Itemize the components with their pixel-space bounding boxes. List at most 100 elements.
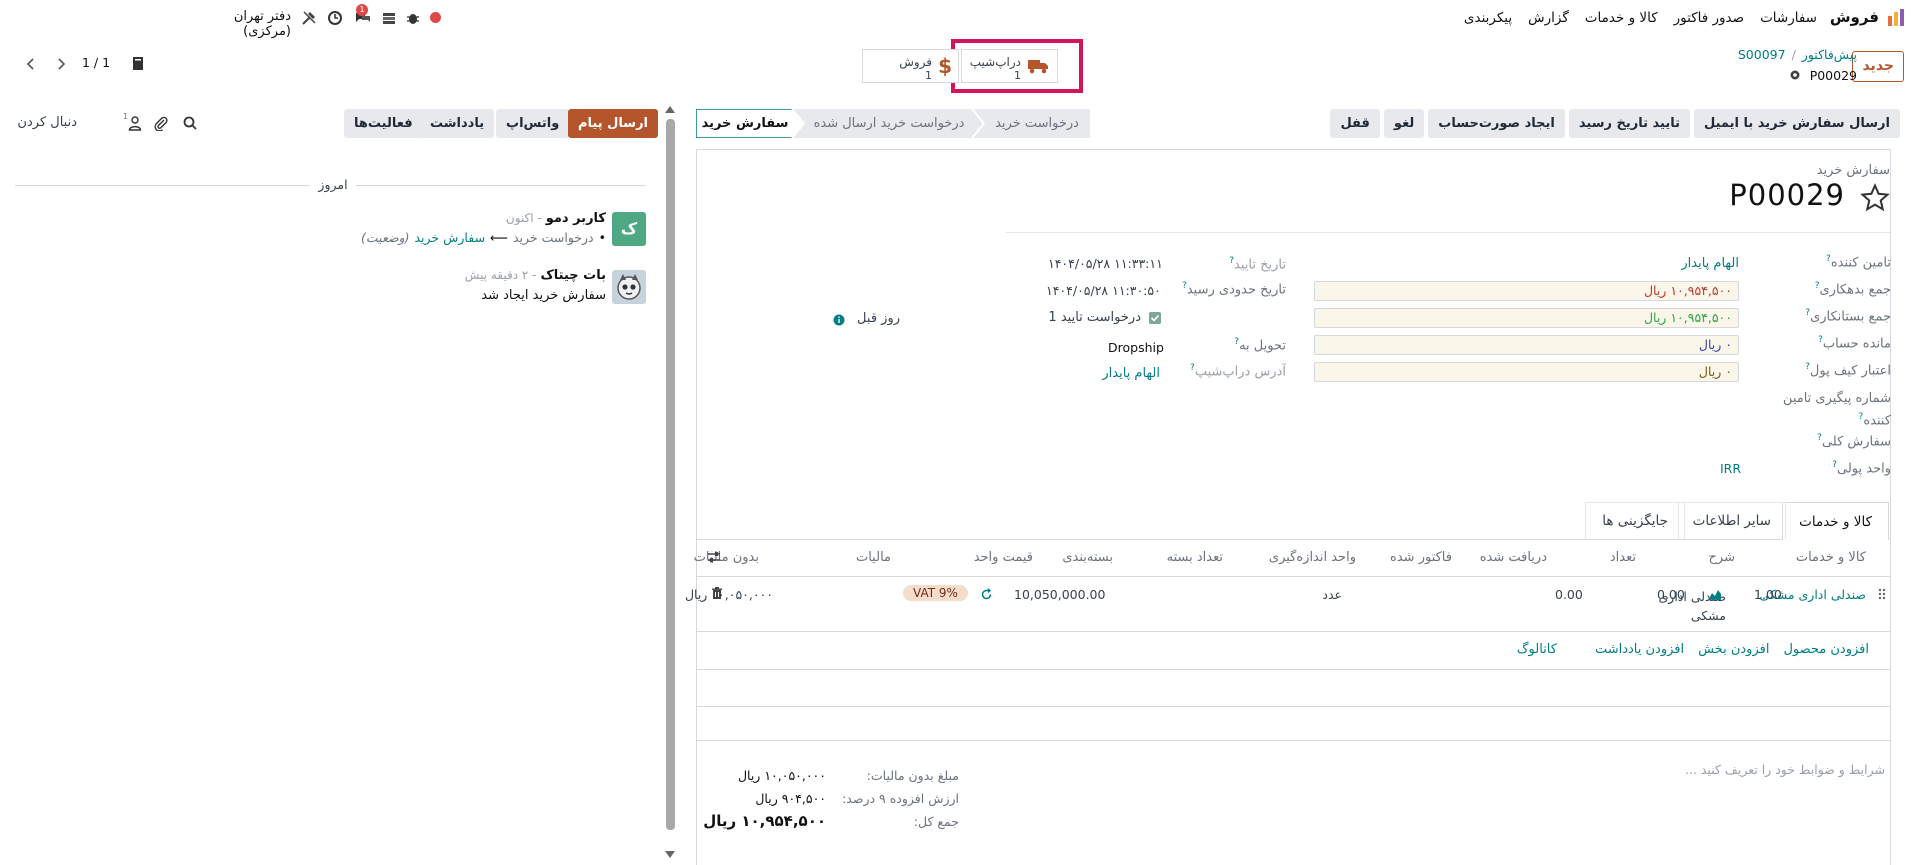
col-unit-price[interactable]: قیمت واحد [974,550,1033,565]
chatter-send-message-button[interactable]: ارسال پیام [568,109,659,138]
status-bar: درخواست خرید درخواست خرید ارسال شده سفار… [696,109,1090,138]
menu-configuration[interactable]: پیکربندی [1464,10,1512,26]
cancel-button[interactable]: لغو [1383,109,1425,138]
field-currency[interactable]: IRR [1720,461,1741,476]
tab-alternatives[interactable]: جایگزینی ها [1585,502,1685,539]
clock-icon[interactable] [327,10,343,26]
days-before-label: روز قبل [857,311,900,326]
menu-reporting[interactable]: گزارش [1528,10,1569,26]
create-bill-button[interactable]: ایجاد صورت‌حساب [1428,109,1565,138]
forecast-chart-icon[interactable] [1708,588,1722,600]
optional-columns-icon[interactable] [707,550,721,564]
line-unit-price[interactable]: 10,050,000.00 [1014,587,1105,602]
ask-confirm-days[interactable]: 1 [1048,310,1056,325]
message-time: - اکنون [505,211,542,225]
pager-prev-button[interactable] [18,52,44,76]
field-total-debit[interactable]: ۱۰,۹۵۴,۵۰۰ ریال [1314,281,1739,301]
follow-button[interactable]: دنبال کردن [15,115,77,130]
line-quantity[interactable]: 1.00 [1754,587,1782,602]
menu-invoicing[interactable]: صدور فاکتور [1674,10,1744,26]
table-row[interactable]: صندلی اداری مشکی صندلی اداری مشکی 1.00 0.… [685,578,1890,632]
info-icon[interactable] [833,314,845,326]
tools-icon[interactable] [301,10,317,26]
field-dropship-address[interactable]: الهام پایدار [1102,366,1160,381]
menu-products[interactable]: کالا و خدمات [1585,10,1658,26]
company-switcher[interactable]: دفتر تهران (مرکزی) [186,9,291,39]
chatter-search-icon[interactable] [183,116,197,130]
record-name: P00029 [1729,178,1845,212]
pager-value[interactable]: 1 / 1 [82,55,110,70]
record-type-label: سفارش خرید [1816,163,1890,178]
tab-products[interactable]: کالا و خدمات [1782,502,1889,540]
col-uom[interactable]: واحد اندازه‌گیری [1269,550,1356,565]
field-balance[interactable]: ۰ ریال [1314,335,1739,355]
field-expected-date[interactable]: ۱۴۰۴/۰۵/۲۸ ۱۱:۳۰:۵۰ [1046,283,1161,298]
app-logo-icon[interactable] [1886,8,1906,28]
activity-icon[interactable] [382,11,396,25]
gear-icon[interactable] [1789,69,1801,81]
stage-rfq[interactable]: درخواست خرید [990,116,1084,131]
chatter-paperclip-icon[interactable] [154,116,168,131]
row-divider [697,669,1890,670]
field-wallet-credit[interactable]: ۰ ریال [1314,362,1739,382]
field-vendor-ref[interactable] [1314,392,1739,412]
terms-input[interactable]: شرایط و ضوابط خود را تعریف کنید ... [1685,762,1885,777]
ask-confirm-checkbox[interactable] [1149,312,1161,324]
favorite-star-icon[interactable] [1860,183,1890,213]
message-author[interactable]: کاربر دمو [546,211,606,226]
lock-button[interactable]: قفل [1330,109,1380,138]
drag-handle-icon[interactable] [1878,588,1886,600]
chatter-note-button[interactable]: یادداشت [420,109,495,138]
col-quantity[interactable]: تعداد [1610,550,1636,565]
field-blanket-order[interactable] [1314,433,1739,453]
message-author[interactable]: بات چیتاک [540,268,606,283]
pager-next-button[interactable] [48,52,74,76]
field-deliver-to[interactable]: Dropship [1108,340,1164,355]
breadcrumb-sale-order[interactable]: S00097 [1738,47,1786,62]
bot-avatar[interactable] [612,270,646,304]
new-button[interactable]: جدید [1852,51,1904,82]
col-taxes[interactable]: مالیات [856,550,891,565]
chatter-activities-button[interactable]: فعالیت‌ها [344,109,423,138]
chatter-whatsapp-button[interactable]: واتس‌اپ [496,109,570,138]
title-divider [1006,232,1890,233]
catalog-link[interactable]: کاتالوگ [1517,642,1557,657]
tracking-field: (وضعیت) [361,230,410,245]
scrollbar[interactable] [664,104,676,830]
app-name[interactable]: فروش [1830,8,1879,26]
send-po-email-button[interactable]: ارسال سفارش خرید با ایمیل [1693,109,1900,138]
line-uom[interactable]: عدد [1322,587,1342,602]
avatar[interactable]: ک [612,212,646,246]
vat-value: ۹۰۴,۵۰۰ ریال [755,791,826,806]
tax-badge[interactable]: VAT 9% [903,585,968,601]
field-total-credit[interactable]: ۱۰,۹۵۴,۵۰۰ ریال [1314,308,1739,328]
scroll-thumb[interactable] [666,119,675,830]
col-invoiced[interactable]: فاکتور شده [1390,550,1452,565]
add-product-link[interactable]: افزودن محصول [1783,642,1869,657]
menu-orders[interactable]: سفارشات [1760,10,1817,26]
col-received[interactable]: دریافت شده [1480,550,1547,565]
smart-button-sale[interactable]: $ فروش 1 [862,49,959,83]
attachment-icon[interactable] [131,56,145,72]
col-product[interactable]: کالا و خدمات [1796,550,1866,565]
col-packaging-qty[interactable]: تعداد بسته [1167,550,1223,565]
stage-rfq-sent[interactable]: درخواست خرید ارسال شده [806,116,972,131]
confirm-receipt-date-button[interactable]: تایید تاریخ رسید [1568,109,1690,138]
stage-purchase-order[interactable]: سفارش خرید [700,116,790,131]
delete-line-icon[interactable] [711,587,723,600]
add-note-link[interactable]: افزودن یادداشت [1595,642,1684,657]
tab-other-info[interactable]: سایر اطلاعات [1677,502,1786,539]
tracking-old-value: درخواست خرید [512,230,594,245]
debug-icon[interactable] [406,11,420,25]
followers-icon[interactable] [128,116,142,131]
breadcrumb-parent[interactable]: پیش‌فاکتور [1802,47,1857,62]
scroll-down-arrow-icon[interactable] [664,850,676,860]
record-icon[interactable] [430,12,441,23]
add-section-link[interactable]: افزودن بخش [1698,642,1769,657]
scroll-up-arrow-icon[interactable] [664,104,676,114]
col-packaging[interactable]: بسته‌بندی [1062,550,1113,565]
reset-price-icon[interactable] [980,588,993,601]
col-description[interactable]: شرح [1709,550,1735,565]
field-vendor[interactable]: الهام پایدار [1681,256,1739,271]
col-subtotal[interactable]: بدون مالیات [694,550,759,565]
